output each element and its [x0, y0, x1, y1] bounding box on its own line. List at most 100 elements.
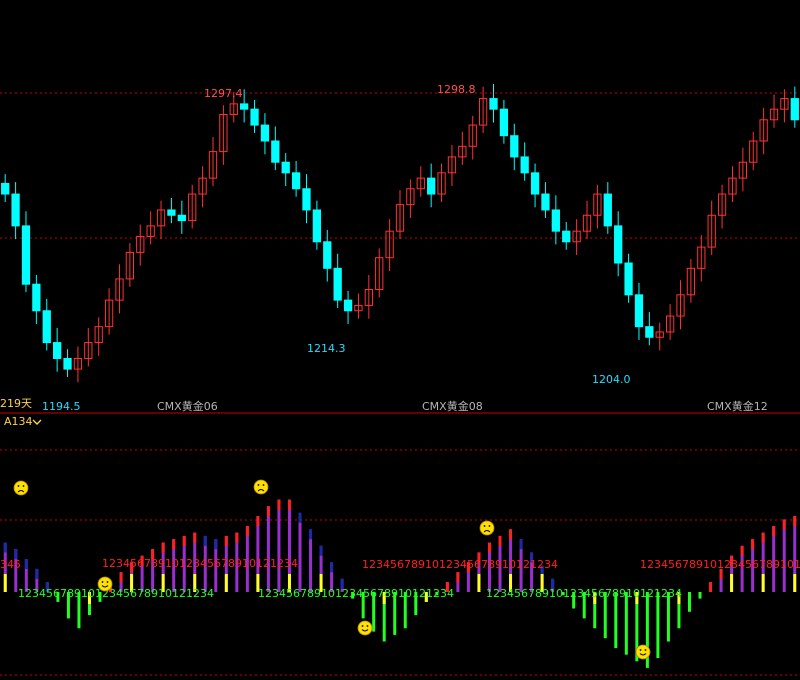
indicator-bar [277, 499, 281, 592]
indicator-bar-marker [224, 574, 228, 592]
candle-body [343, 299, 353, 312]
indicator-bar [298, 512, 302, 592]
indicator-bar-cap [193, 532, 197, 543]
indicator-bar-cap [330, 562, 334, 573]
indicator-bar [687, 592, 691, 612]
indicator-bar-cap [245, 526, 249, 536]
indicator-bar-cap [519, 539, 523, 550]
contract-label-2: CMX黄金08 [422, 399, 483, 413]
indicator-bar-marker [730, 574, 734, 592]
candle-body [1, 182, 10, 195]
candle-body [312, 209, 322, 243]
indicator-bar [656, 592, 660, 658]
candle-body [634, 294, 644, 328]
candle-body [271, 140, 280, 163]
candle-body [551, 209, 560, 232]
strip-green-1: 1234567891012345678910121234 [18, 587, 214, 600]
indicator-label: A134 [4, 415, 33, 428]
indicator-bar-cap [172, 539, 176, 550]
candle-body [427, 177, 436, 195]
candle-body [614, 225, 623, 264]
candle-body [530, 172, 540, 195]
indicator-bar-cap [319, 545, 323, 556]
indicator-bar-cap [214, 539, 218, 550]
indicator-bar-cap [751, 539, 755, 550]
indicator-bar [698, 592, 702, 599]
indicator-bar-cap [782, 519, 786, 530]
candle-body [333, 267, 342, 301]
indicator-bar-cap [203, 535, 207, 546]
indicator-bar-marker [761, 574, 765, 592]
indicator-bar-cap [309, 529, 313, 540]
price-low-label-2: 1214.3 [307, 342, 346, 355]
price-low-label-3: 1204.0 [592, 373, 631, 386]
indicator-bar-cap [24, 559, 28, 569]
indicator-bar-cap [161, 542, 165, 553]
indicator-bar [614, 592, 618, 649]
candle-body [645, 326, 654, 338]
candle-body [177, 214, 186, 222]
indicator-bar-cap [235, 532, 239, 543]
candle-body [562, 230, 571, 243]
indicator-bar-cap [709, 582, 713, 592]
indicator-bar-marker [477, 574, 481, 592]
sad-face-icon [253, 479, 269, 495]
indicator-bar-cap [772, 526, 776, 536]
candle-body [624, 262, 633, 296]
candle-body [240, 103, 249, 110]
indicator-bar-cap [498, 535, 502, 546]
candle-body [11, 193, 20, 227]
strip-red-4: 1234567891012345678910121234 [640, 558, 800, 571]
indicator-bar-marker [793, 574, 797, 592]
indicator-bar-cap [509, 529, 513, 540]
indicator-bar-cap [35, 568, 39, 579]
indicator-bar [624, 592, 628, 655]
indicator-bar-cap [487, 542, 491, 553]
candle-body [603, 193, 612, 227]
candle-body [323, 241, 332, 269]
candle-body [260, 124, 270, 142]
candle-body [510, 135, 519, 158]
strip-red-1: 345 [0, 558, 21, 571]
period-label: 219天 [0, 397, 32, 410]
happy-face-icon [97, 576, 113, 592]
happy-face-icon [635, 644, 651, 660]
indicator-bar [266, 506, 270, 592]
price-high-label-1: 1297.4 [204, 87, 243, 100]
candle-body [21, 225, 31, 285]
candle-body [489, 98, 498, 110]
indicator-bar-marker [3, 574, 7, 592]
indicator-bar-cap [119, 572, 123, 583]
strip-green-3: 1234567891012345678910121234 [486, 587, 682, 600]
price-high-label-2: 1298.8 [437, 83, 476, 96]
indicator-bar-cap [256, 516, 260, 527]
indicator-bar-cap [456, 572, 460, 583]
candle-body [291, 172, 301, 190]
chart: 1297.4 1298.8 1194.5 1214.3 1204.0 219天 … [0, 0, 800, 680]
indicator-bar-cap [224, 535, 228, 546]
indicator-bar-cap [287, 499, 291, 510]
candle-body [63, 357, 72, 370]
candle-body [302, 188, 311, 211]
indicator-bar [782, 519, 786, 592]
indicator-bar-cap [182, 535, 186, 546]
candle-body [42, 310, 51, 344]
price-low-label-1: 1194.5 [42, 400, 81, 413]
indicator-bar-cap [298, 512, 302, 523]
candle-body [53, 342, 62, 359]
contract-label-3: CMX黄金12 [707, 399, 768, 413]
contract-label-1: CMX黄金06 [157, 399, 218, 413]
candle-body [790, 98, 799, 121]
candle-body [520, 156, 529, 174]
indicator-bar-cap [266, 506, 270, 517]
strip-green-2: 1234567891012345678910121234 [258, 587, 454, 600]
candle-body [167, 209, 176, 216]
candle-body [541, 193, 550, 211]
indicator-bar-cap [740, 545, 744, 556]
indicator-bar-cap [3, 542, 7, 553]
indicator-bar-cap [761, 532, 765, 543]
candle-body [281, 161, 290, 174]
indicator-bar-cap [277, 499, 281, 510]
candle-body [250, 108, 259, 126]
strip-red-3: 1234567891012345678910121234 [362, 558, 558, 571]
